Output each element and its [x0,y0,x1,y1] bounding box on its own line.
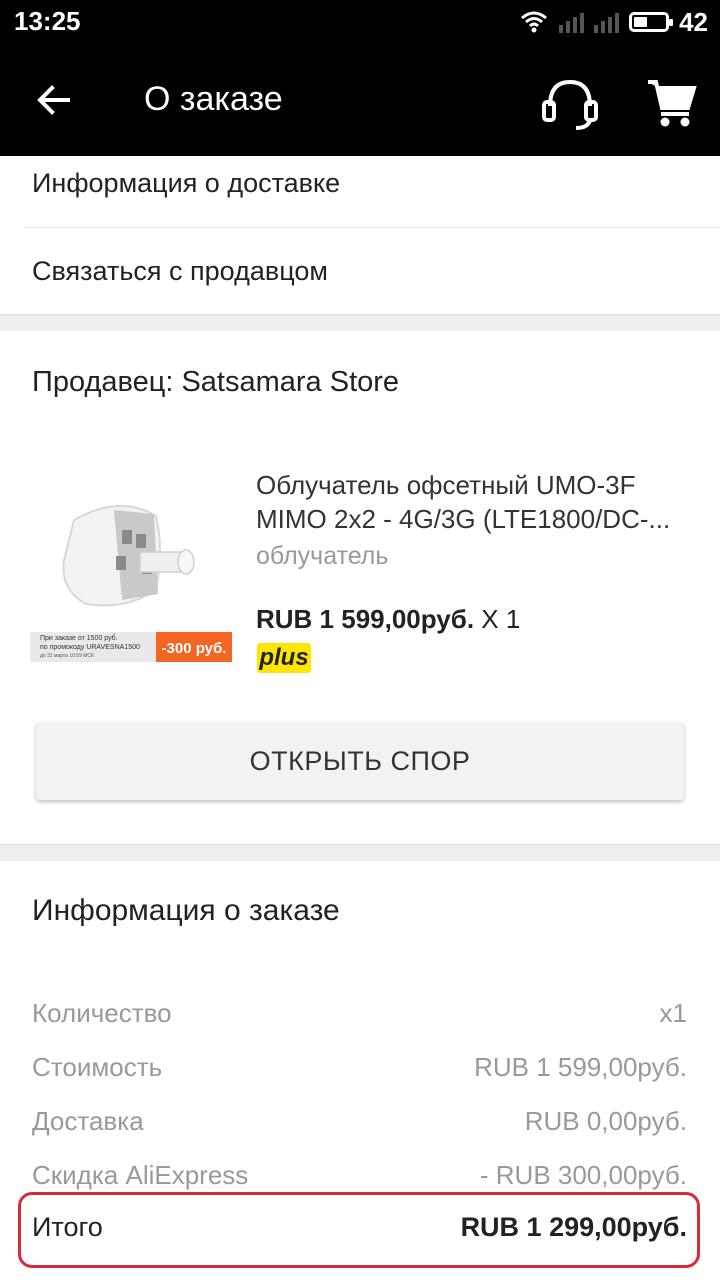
product-variant: облучатель [256,542,389,570]
battery-fill [634,17,648,27]
summary-label: Доставка [32,1106,144,1136]
summary-value: x1 [659,998,687,1028]
battery-icon [629,12,674,32]
page-title: О заказе [144,80,283,118]
status-icons: 42 [519,6,708,38]
promo-line-3: до 31 марта 10:59 МСК [40,653,94,659]
summary-row-cost: Стоимость RUB 1 599,00руб. [32,1052,687,1092]
summary-label: Стоимость [32,1052,163,1082]
status-bar: 13:25 42 [0,0,720,44]
product-image[interactable]: При заказе от 1500 руб. по промокоду URA… [30,490,234,666]
promo-line-2: по промокоду URAVESNA1500 [40,644,140,651]
product-price-line: RUB 1 599,00руб. X 1 [256,604,520,635]
summary-row-quantity: Количество x1 [32,998,687,1038]
divider [24,227,720,228]
summary-value: RUB 0,00руб. [524,1106,687,1136]
headset-icon [542,79,598,130]
back-button[interactable] [30,78,80,122]
plus-badge: plus [257,643,311,673]
wifi-icon [521,11,548,33]
product-title[interactable]: Облучатель офсетный UMO-3F MIMO 2x2 - 4G… [256,468,696,536]
open-dispute-button[interactable]: ОТКРЫТЬ СПОР [36,722,684,800]
app-bar: О заказе [0,44,720,156]
battery-level: 42 [679,6,708,37]
product-photo: При заказе от 1500 руб. по промокоду URA… [30,490,234,666]
delivery-info-link[interactable]: Информация о доставке [32,168,340,199]
summary-row-delivery: Доставка RUB 0,00руб. [32,1106,687,1146]
summary-value: - RUB 300,00руб. [479,1160,687,1190]
product-quantity: X 1 [481,604,521,634]
total-label: Итого [32,1212,103,1242]
signal-icon [559,11,585,33]
cart-button[interactable] [644,74,700,130]
seller-name[interactable]: Продавец: Satsamara Store [32,366,399,399]
signal-icon-2 [594,11,620,33]
order-info-title: Информация о заказе [32,894,340,927]
promo-line-1: При заказе от 1500 руб. [40,634,118,642]
contact-seller-link[interactable]: Связаться с продавцом [32,256,328,287]
summary-value: RUB 1 599,00руб. [474,1052,687,1082]
back-arrow-icon [37,85,70,115]
section-separator [0,844,720,861]
support-button[interactable] [538,74,602,134]
summary-label: Количество [32,998,172,1028]
promo-discount: -300 руб. [162,640,227,657]
product-price: RUB 1 599,00руб. [256,604,475,634]
section-separator [0,314,720,331]
total-value: RUB 1 299,00руб. [460,1212,687,1242]
status-time: 13:25 [14,6,81,36]
summary-label: Скидка AliExpress [32,1160,249,1190]
cart-icon [648,80,697,127]
